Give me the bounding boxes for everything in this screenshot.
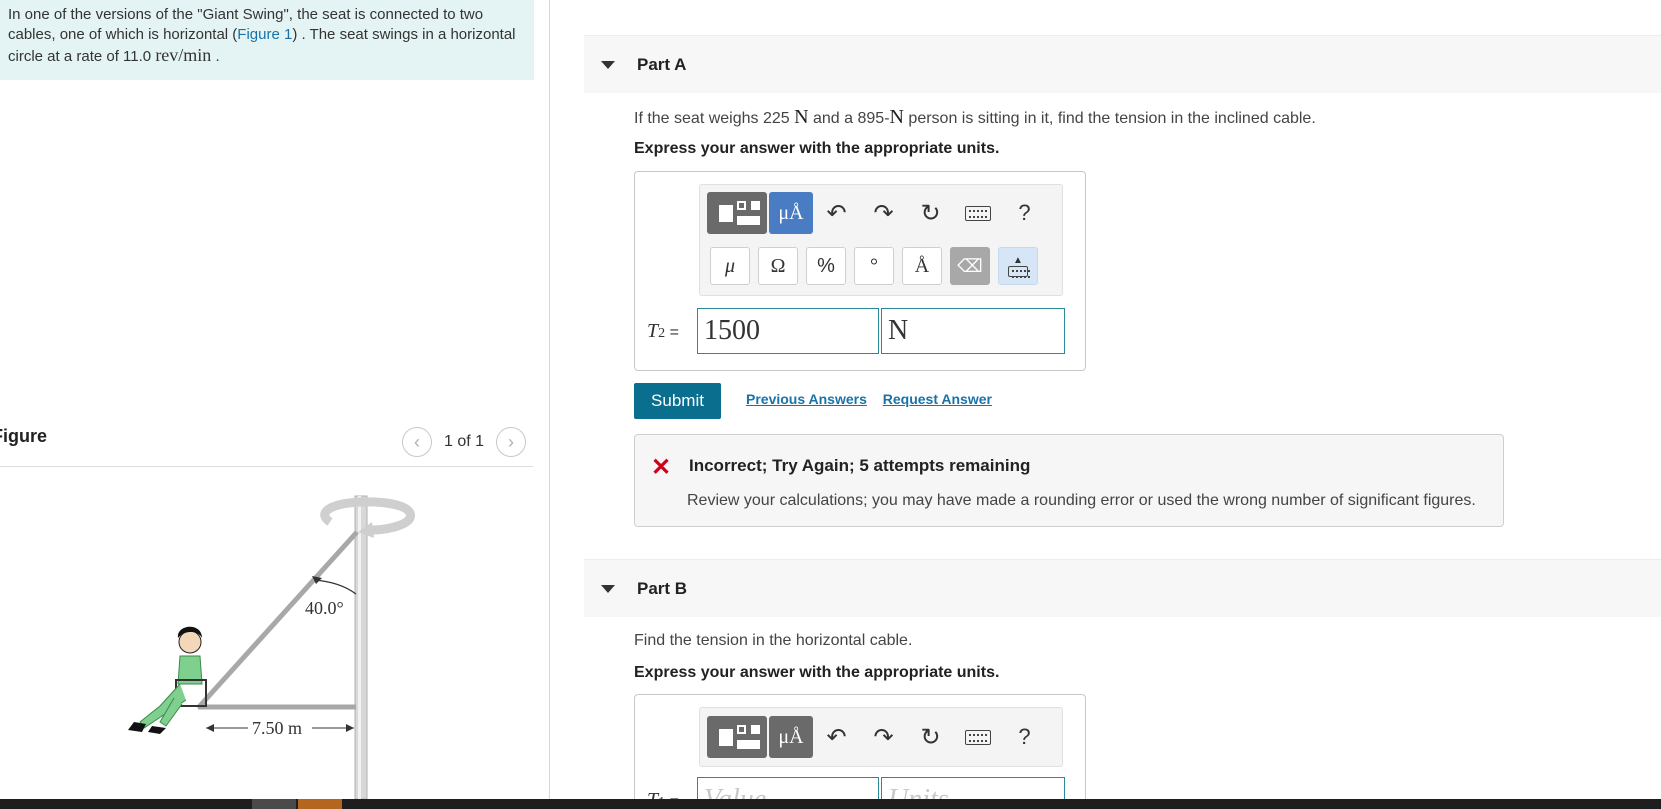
templates-button[interactable]	[707, 716, 767, 758]
figure-nav: ‹ 1 of 1 ›	[402, 427, 527, 457]
math-toolbar: μÅ ↶ ↷ ↻ ? μ Ω % ° Å ⌫ ▲	[699, 184, 1063, 296]
question-unit-2: N	[889, 106, 904, 128]
chevron-left-icon: ‹	[414, 431, 420, 452]
feedback-panel: ✕ Incorrect; Try Again; 5 attempts remai…	[634, 434, 1504, 527]
symbol-omega-button[interactable]: Ω	[758, 247, 798, 285]
units-button[interactable]: μÅ	[769, 192, 813, 234]
part-b-answer-box: μÅ ↶ ↷ ↻ ? T1 = Value Units	[634, 694, 1086, 809]
caret-down-icon	[601, 584, 615, 593]
problem-statement: In one of the versions of the "Giant Swi…	[0, 0, 534, 80]
symbol-percent-button[interactable]: %	[806, 247, 846, 285]
answer-variable: T2 =	[647, 319, 679, 342]
part-a-label: Part A	[637, 54, 687, 74]
symbol-mu-button[interactable]: μ	[710, 247, 750, 285]
submit-button[interactable]: Submit	[634, 383, 721, 419]
question-text: If the seat weighs 225	[634, 110, 795, 127]
panel-divider	[549, 0, 550, 809]
value-input[interactable]: 1500	[697, 308, 879, 354]
math-toolbar-b: μÅ ↶ ↷ ↻ ?	[699, 707, 1063, 767]
answer-links: Previous Answers Request Answer	[746, 391, 1004, 407]
question-text-2: and a 895-	[808, 110, 890, 127]
page-root: In one of the versions of the "Giant Swi…	[0, 0, 1661, 809]
figure-rule	[0, 466, 533, 467]
symbol-angstrom-button[interactable]: Å	[902, 247, 942, 285]
feedback-title: Incorrect; Try Again; 5 attempts remaini…	[689, 456, 1031, 475]
incorrect-icon: ✕	[651, 454, 672, 481]
backspace-icon[interactable]: ⌫	[950, 247, 990, 285]
taskbar-item[interactable]	[252, 799, 296, 809]
figure-counter: 1 of 1	[444, 433, 485, 450]
keyboard-icon[interactable]	[954, 716, 1001, 758]
symbol-degree-button[interactable]: °	[854, 247, 894, 285]
part-a-header[interactable]: Part A	[584, 35, 1661, 93]
redo-icon[interactable]: ↷	[860, 716, 907, 758]
caret-down-icon	[601, 60, 615, 69]
distance-label: 7.50 m	[252, 718, 302, 738]
feedback-message: Review your calculations; you may have m…	[687, 492, 1476, 509]
angle-label: 40.0°	[305, 598, 344, 618]
part-b-label: Part B	[637, 578, 688, 598]
help-icon[interactable]: ?	[1001, 192, 1048, 234]
taskbar-item[interactable]	[298, 799, 342, 809]
figure-title: Figure	[0, 426, 48, 446]
giant-swing-figure: 40.0° 7.50 m	[128, 495, 415, 799]
undo-icon[interactable]: ↶	[813, 716, 860, 758]
person-in-seat	[128, 626, 207, 734]
rate-units: rev/min	[155, 45, 212, 65]
reset-icon[interactable]: ↻	[907, 716, 954, 758]
units-input[interactable]: N	[881, 308, 1065, 354]
chevron-right-icon: ›	[508, 431, 515, 452]
prev-figure-button[interactable]: ‹	[402, 427, 432, 457]
reset-icon[interactable]: ↻	[907, 192, 954, 234]
request-answer-link[interactable]: Request Answer	[883, 391, 992, 407]
part-b-instruction: Express your answer with the appropriate…	[634, 664, 1000, 681]
templates-button[interactable]	[707, 192, 767, 234]
problem-end: .	[211, 48, 220, 65]
part-a-question: If the seat weighs 225 N and a 895-N per…	[634, 106, 1316, 129]
keyboard-icon[interactable]	[954, 192, 1001, 234]
units-button[interactable]: μÅ	[769, 716, 813, 758]
undo-icon[interactable]: ↶	[813, 192, 860, 234]
taskbar	[0, 799, 1661, 809]
previous-answers-link[interactable]: Previous Answers	[746, 391, 867, 407]
part-b-header[interactable]: Part B	[584, 559, 1661, 617]
question-unit: N	[794, 106, 809, 128]
redo-icon[interactable]: ↷	[860, 192, 907, 234]
part-a-instruction: Express your answer with the appropriate…	[634, 140, 1000, 157]
question-text-3: person is sitting in it, find the tensio…	[903, 110, 1316, 127]
keyboard-toggle-icon[interactable]: ▲	[998, 247, 1038, 285]
next-figure-button[interactable]: ›	[496, 427, 527, 457]
part-a-answer-box: μÅ ↶ ↷ ↻ ? μ Ω % ° Å ⌫ ▲ T2 = 1500 N	[634, 171, 1086, 371]
help-icon[interactable]: ?	[1001, 716, 1048, 758]
part-b-question: Find the tension in the horizontal cable…	[634, 632, 913, 649]
figure-link[interactable]: Figure 1	[237, 26, 292, 43]
